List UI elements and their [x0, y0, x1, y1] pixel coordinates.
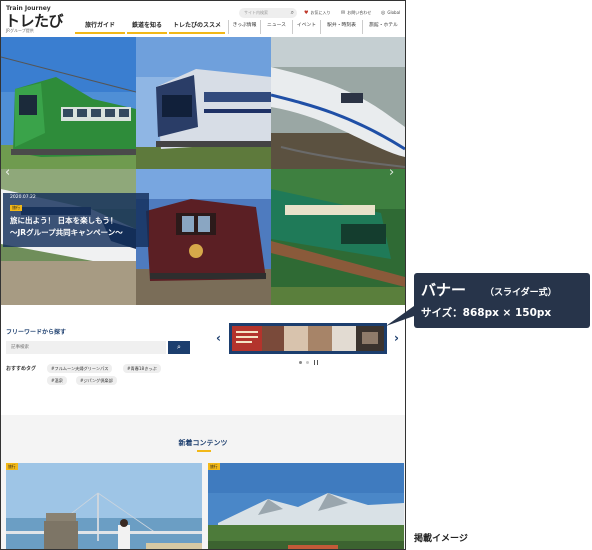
- hero-image-green-resort-train: [271, 169, 405, 305]
- tag-onsen[interactable]: #温泉: [47, 376, 67, 385]
- mail-icon: ✉: [341, 10, 346, 16]
- heart-icon: ♥: [304, 10, 309, 16]
- site-search-placeholder: サイト内検索: [244, 10, 268, 15]
- hero-date: 2020.07.22: [10, 195, 36, 200]
- contact-link[interactable]: ✉ お問い合わせ: [341, 10, 371, 16]
- banner-next-icon[interactable]: ›: [394, 331, 399, 345]
- freeword-title: フリーワードから探す: [6, 329, 67, 336]
- site-frame: Train Journey トレたび JRグループ提供 サイト内検索 ⌕ ♥ お気…: [0, 0, 406, 550]
- banner-dot-2[interactable]: [306, 361, 309, 364]
- hero-slider[interactable]: ‹ ›: [1, 37, 405, 305]
- nav-ekiben-timetable[interactable]: 駅弁・時刻表: [320, 20, 362, 34]
- card-badge-1: 旅行: [6, 463, 18, 470]
- banner-pause-icon[interactable]: [314, 360, 318, 365]
- hero-prev-icon[interactable]: ‹: [5, 165, 10, 180]
- nav-learn-railway[interactable]: 鉄道を知る: [127, 20, 167, 34]
- new-content-title: 新着コンテンツ: [178, 439, 228, 447]
- favorites-link[interactable]: ♥ お気に入り: [304, 10, 330, 16]
- hero-image-shinkansen: [271, 37, 405, 169]
- tag-full-moon-pass[interactable]: #フルムーン夫婦グリーンパス: [47, 364, 113, 373]
- favorites-label: お気に入り: [310, 10, 331, 15]
- banner-slider[interactable]: [229, 323, 387, 354]
- image-caption: 掲載イメージ: [414, 534, 468, 544]
- search-icon[interactable]: ⌕: [291, 8, 294, 18]
- site-header: Train Journey トレたび JRグループ提供 サイト内検索 ⌕ ♥ お気…: [1, 1, 405, 37]
- content-card-bridge[interactable]: [6, 463, 202, 549]
- annotation-size: サイズ：868px × 150px: [421, 307, 552, 319]
- contact-label: お問い合わせ: [347, 10, 372, 15]
- hero-title-line1[interactable]: 旅に出よう！ 日本を楽しもう！: [10, 215, 117, 226]
- nav-news[interactable]: ニュース: [260, 20, 292, 34]
- card-badge-2: 旅行: [208, 463, 220, 470]
- hero-image-maroon-train: [136, 169, 271, 305]
- content-card-mountain[interactable]: [208, 463, 404, 549]
- banner-prev-icon[interactable]: ‹: [216, 331, 221, 345]
- article-search-input[interactable]: [6, 341, 166, 354]
- global-link[interactable]: ◎ Global: [381, 10, 400, 16]
- nav-hotels[interactable]: 旅館・ホテル: [362, 20, 404, 34]
- nav-events[interactable]: イベント: [292, 20, 320, 34]
- recommended-tags-label: おすすめタグ: [6, 366, 37, 372]
- annotation-title: バナー: [421, 281, 467, 299]
- global-nav: 旅行ガイド 鉄道を知る トレたびのススメ きっぷ情報 ニュース イベント 駅弁・…: [1, 20, 405, 34]
- nav-tickets[interactable]: きっぷ情報: [228, 20, 260, 34]
- site-search-input[interactable]: サイト内検索 ⌕: [239, 8, 297, 18]
- banner-dot-1[interactable]: [299, 361, 302, 364]
- hero-image-silver-express: [136, 37, 271, 169]
- search-icon: ⌕: [177, 343, 181, 351]
- annotation-subtitle: （スライダー式）: [485, 288, 557, 298]
- tag-seishun18[interactable]: #青春18きっぷ: [123, 364, 161, 373]
- hero-title-line2[interactable]: ～JRグループ共同キャンペーン～: [10, 227, 123, 238]
- article-search-button[interactable]: ⌕: [168, 341, 190, 354]
- tag-zipangu-club[interactable]: #ジパング倶楽部: [76, 376, 117, 385]
- global-label: Global: [387, 10, 401, 15]
- nav-recommend[interactable]: トレたびのススメ: [169, 20, 225, 34]
- hero-next-icon[interactable]: ›: [389, 165, 394, 180]
- hero-category-badge: 旅行: [10, 205, 22, 211]
- nav-travel-guide[interactable]: 旅行ガイド: [75, 20, 125, 34]
- hero-image-green-express: [1, 37, 136, 169]
- new-content-underline: [197, 450, 211, 452]
- globe-icon: ◎: [381, 10, 386, 16]
